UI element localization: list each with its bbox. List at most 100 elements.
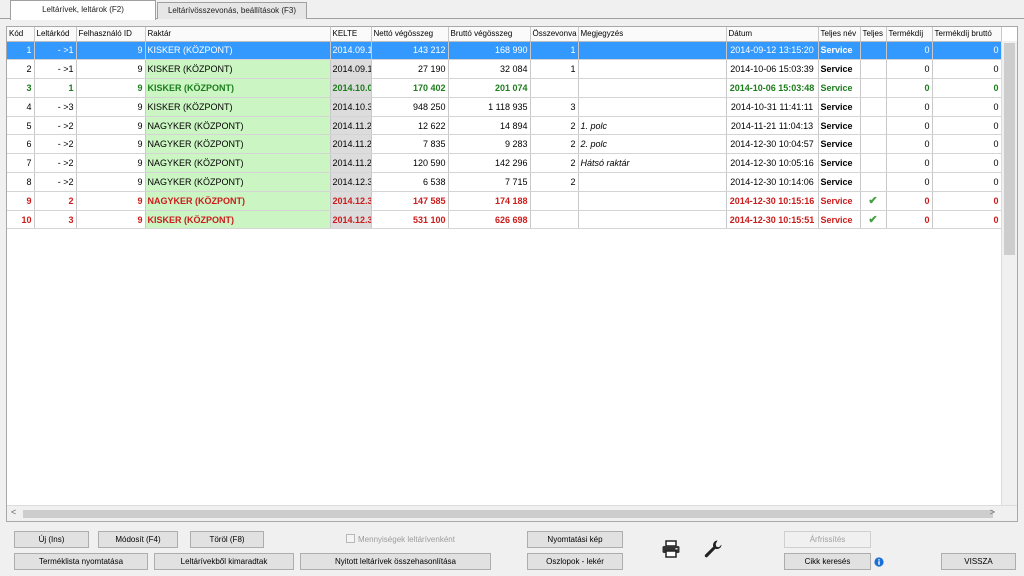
cell-user-id[interactable]: 9: [76, 97, 146, 117]
cell-merged[interactable]: 2: [530, 172, 579, 192]
cell-note[interactable]: [578, 191, 727, 211]
cell-net-total[interactable]: 120 590: [371, 153, 449, 174]
cell-product-fee-gross[interactable]: 0: [932, 59, 1002, 80]
cell-issue-date[interactable]: 2014.10.06.: [330, 78, 372, 98]
cell-full-name[interactable]: Service: [818, 153, 861, 174]
cell-warehouse[interactable]: NAGYKER (KÖZPONT): [145, 116, 331, 136]
cell-gross-total[interactable]: 626 698: [448, 210, 531, 230]
cell-net-total[interactable]: 170 402: [371, 78, 449, 98]
cell-note[interactable]: [578, 172, 727, 192]
cell-complete[interactable]: [860, 116, 887, 136]
cell-issue-date[interactable]: 2014.12.30.: [330, 172, 372, 192]
cell-product-fee[interactable]: 0: [886, 97, 933, 117]
cell-warehouse[interactable]: KISKER (KÖZPONT): [145, 59, 331, 80]
cell-date[interactable]: 2014-12-30 10:15:16: [726, 191, 819, 211]
cell-product-fee[interactable]: 0: [886, 41, 933, 61]
cell-code[interactable]: 3: [7, 78, 35, 98]
table-row[interactable]: 1- >19KISKER (KÖZPONT)2014.09.12.143 212…: [7, 41, 1002, 61]
cell-product-fee-gross[interactable]: 0: [932, 116, 1002, 136]
cell-user-id[interactable]: 9: [76, 116, 146, 136]
cell-gross-total[interactable]: 168 990: [448, 41, 531, 61]
cell-issue-date[interactable]: 2014.09.12.: [330, 59, 372, 80]
vertical-scroll-thumb[interactable]: [1004, 43, 1015, 255]
cell-issue-date[interactable]: 2014.10.31.: [330, 97, 372, 117]
cell-product-fee-gross[interactable]: 0: [932, 172, 1002, 192]
cell-inventory-code[interactable]: - >1: [34, 41, 77, 61]
cell-product-fee-gross[interactable]: 0: [932, 210, 1002, 230]
edit-button[interactable]: Módosít (F4): [98, 531, 178, 548]
cell-complete[interactable]: ✔: [860, 191, 887, 211]
cell-product-fee-gross[interactable]: 0: [932, 41, 1002, 61]
column-header[interactable]: Teljes: [860, 27, 887, 42]
cell-product-fee[interactable]: 0: [886, 78, 933, 98]
cell-product-fee-gross[interactable]: 0: [932, 97, 1002, 117]
cell-issue-date[interactable]: 2014.12.30.: [330, 210, 372, 230]
cell-complete[interactable]: ✔: [860, 210, 887, 230]
cell-issue-date[interactable]: 2014.11.21.: [330, 116, 372, 136]
cell-merged[interactable]: [530, 210, 579, 230]
cell-issue-date[interactable]: 2014.09.12.: [330, 41, 372, 61]
cell-full-name[interactable]: Service: [818, 41, 861, 61]
table-row[interactable]: 7- >29NAGYKER (KÖZPONT)2014.11.21.120 59…: [7, 153, 1002, 174]
cell-user-id[interactable]: 9: [76, 78, 146, 98]
cell-gross-total[interactable]: 14 894: [448, 116, 531, 136]
cell-product-fee[interactable]: 0: [886, 191, 933, 211]
cell-code[interactable]: 7: [7, 153, 35, 174]
column-header[interactable]: Megjegyzés: [578, 27, 727, 42]
delete-button[interactable]: Töröl (F8): [190, 531, 264, 548]
column-header[interactable]: Nettó végösszeg: [371, 27, 449, 42]
cell-code[interactable]: 10: [7, 210, 35, 230]
cell-full-name[interactable]: Service: [818, 78, 861, 98]
cell-inventory-code[interactable]: 2: [34, 191, 77, 211]
horizontal-scroll-thumb[interactable]: [23, 510, 993, 518]
cell-date[interactable]: 2014-09-12 13:15:20: [726, 41, 819, 61]
cell-product-fee[interactable]: 0: [886, 134, 933, 155]
new-button[interactable]: Új (Ins): [14, 531, 89, 548]
wrench-icon[interactable]: [703, 539, 723, 559]
cell-complete[interactable]: [860, 97, 887, 117]
checkbox-box[interactable]: [346, 534, 355, 543]
cell-inventory-code[interactable]: 3: [34, 210, 77, 230]
scroll-left-icon[interactable]: <: [11, 507, 16, 517]
column-header[interactable]: Bruttó végösszeg: [448, 27, 531, 42]
cell-merged[interactable]: 2: [530, 116, 579, 136]
vertical-scrollbar[interactable]: [1001, 41, 1017, 506]
cell-user-id[interactable]: 9: [76, 210, 146, 230]
cell-code[interactable]: 2: [7, 59, 35, 80]
cell-date[interactable]: 2014-12-30 10:15:51: [726, 210, 819, 230]
cell-warehouse[interactable]: KISKER (KÖZPONT): [145, 78, 331, 98]
tab-merge-settings[interactable]: Leltárívösszevonás, beállítások (F3): [157, 2, 307, 19]
cell-issue-date[interactable]: 2014.11.21.: [330, 134, 372, 155]
cell-code[interactable]: 9: [7, 191, 35, 211]
cell-user-id[interactable]: 9: [76, 172, 146, 192]
cell-net-total[interactable]: 7 835: [371, 134, 449, 155]
cell-note[interactable]: [578, 41, 727, 61]
cell-complete[interactable]: [860, 41, 887, 61]
compare-open-sheets-button[interactable]: Nyitott leltárívek összehasonlítása: [300, 553, 491, 570]
cell-gross-total[interactable]: 201 074: [448, 78, 531, 98]
cell-gross-total[interactable]: 142 296: [448, 153, 531, 174]
cell-date[interactable]: 2014-12-30 10:04:57: [726, 134, 819, 155]
cell-code[interactable]: 1: [7, 41, 35, 61]
cell-note[interactable]: 2. polc: [578, 134, 727, 155]
cell-inventory-code[interactable]: - >3: [34, 97, 77, 117]
columns-fetch-button[interactable]: Oszlopok - lekér: [527, 553, 623, 570]
cell-full-name[interactable]: Service: [818, 59, 861, 80]
cell-product-fee-gross[interactable]: 0: [932, 78, 1002, 98]
cell-gross-total[interactable]: 9 283: [448, 134, 531, 155]
column-header[interactable]: Összevonva: [530, 27, 579, 42]
column-header[interactable]: Dátum: [726, 27, 819, 42]
cell-complete[interactable]: [860, 59, 887, 80]
table-row[interactable]: 1039KISKER (KÖZPONT)2014.12.30.531 10062…: [7, 210, 1002, 230]
column-header[interactable]: Leltárkód: [34, 27, 77, 42]
cell-date[interactable]: 2014-12-30 10:14:06: [726, 172, 819, 192]
print-preview-button[interactable]: Nyomtatási kép: [527, 531, 623, 548]
cell-full-name[interactable]: Service: [818, 134, 861, 155]
cell-warehouse[interactable]: NAGYKER (KÖZPONT): [145, 153, 331, 174]
cell-net-total[interactable]: 147 585: [371, 191, 449, 211]
cell-product-fee[interactable]: 0: [886, 153, 933, 174]
column-header[interactable]: KELTE: [330, 27, 372, 42]
cell-note[interactable]: [578, 97, 727, 117]
table-row[interactable]: 319KISKER (KÖZPONT)2014.10.06.170 402201…: [7, 78, 1002, 98]
cell-code[interactable]: 8: [7, 172, 35, 192]
